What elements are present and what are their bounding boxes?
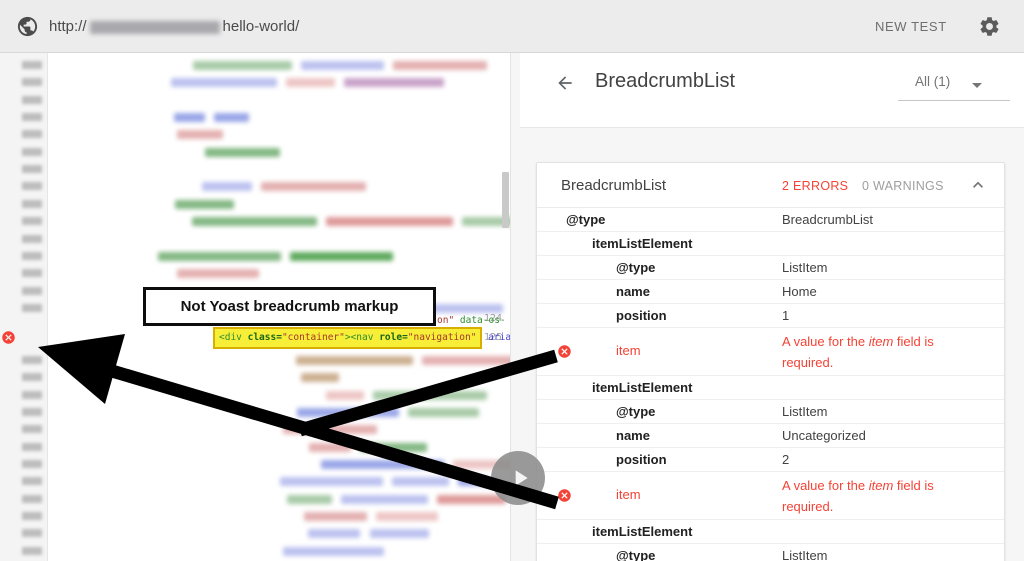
card-title: BreadcrumbList	[561, 177, 666, 194]
property-key: itemListElement	[592, 380, 692, 395]
code-line-125-overflow: aria-labe	[488, 332, 511, 343]
globe-icon	[16, 15, 39, 38]
results-panel: BreadcrumbList All (1) BreadcrumbList 2 …	[511, 53, 1024, 561]
filter-selected-value: All (1)	[915, 74, 950, 89]
property-row[interactable]: name Home	[537, 280, 1004, 304]
property-key: item	[616, 487, 641, 502]
property-value: ListItem	[782, 404, 828, 419]
property-row[interactable]: name Uncategorized	[537, 424, 1004, 448]
property-key: item	[616, 343, 641, 358]
property-key: @type	[616, 548, 655, 561]
tested-url: http://hello-world/	[49, 0, 299, 53]
error-message: A value for the item field is required.	[782, 331, 972, 373]
results-header: BreadcrumbList All (1)	[520, 53, 1024, 128]
top-bar: http://hello-world/ NEW TEST	[0, 0, 1024, 53]
code-scrollbar-thumb[interactable]	[502, 172, 509, 228]
property-row[interactable]: itemListElement	[537, 376, 1004, 400]
property-key: name	[616, 428, 650, 443]
property-row[interactable]: @type BreadcrumbList	[537, 208, 1004, 232]
property-value: 1	[782, 308, 789, 323]
errors-count-badge: 2 ERRORS	[782, 179, 848, 193]
chevron-up-icon[interactable]	[968, 175, 988, 195]
play-button[interactable]	[491, 451, 545, 505]
code-line-125: <div class="container"><nav role="naviga…	[213, 327, 511, 349]
highlighted-markup: <div class="container"><nav role="naviga…	[213, 327, 482, 349]
property-row[interactable]: @type ListItem	[537, 400, 1004, 424]
settings-gear-icon[interactable]	[978, 15, 1001, 38]
warnings-count-badge: 0 WARNINGS	[862, 179, 944, 193]
property-value: ListItem	[782, 260, 828, 275]
error-icon	[557, 344, 572, 359]
card-header[interactable]: BreadcrumbList 2 ERRORS 0 WARNINGS	[537, 163, 1004, 208]
property-row[interactable]: @type ListItem	[537, 544, 1004, 561]
property-value: BreadcrumbList	[782, 212, 873, 227]
line-error-icon	[1, 330, 16, 345]
results-filter-dropdown[interactable]: All (1)	[898, 67, 1010, 101]
error-icon	[557, 488, 572, 503]
redacted-url-segment	[90, 21, 220, 34]
property-row[interactable]: position 2	[537, 448, 1004, 472]
property-value: 2	[782, 452, 789, 467]
breadcrumblist-card: BreadcrumbList 2 ERRORS 0 WARNINGS @type…	[536, 162, 1005, 561]
property-value: Home	[782, 284, 817, 299]
property-table: @type BreadcrumbList itemListElement @type L…	[537, 208, 1004, 561]
property-row-error[interactable]: item A value for the item field is requir…	[537, 328, 1004, 376]
property-row[interactable]: @type ListItem	[537, 256, 1004, 280]
property-key: @type	[616, 404, 655, 419]
dropdown-caret-icon	[972, 83, 982, 88]
property-value: ListItem	[782, 548, 828, 561]
property-key: itemListElement	[592, 236, 692, 251]
property-row[interactable]: itemListElement	[537, 520, 1004, 544]
source-code-panel: 124 125 on" data-os- Not Yoast breadcrum…	[0, 53, 511, 561]
property-row-error[interactable]: item A value for the item field is requir…	[537, 472, 1004, 520]
annotation-callout: Not Yoast breadcrumb markup	[143, 287, 436, 326]
code-line-124-fragment: on" data-os-	[437, 313, 506, 328]
new-test-button[interactable]: NEW TEST	[875, 0, 947, 53]
property-key: name	[616, 284, 650, 299]
property-value: Uncategorized	[782, 428, 866, 443]
property-key: itemListElement	[592, 524, 692, 539]
property-row[interactable]: itemListElement	[537, 232, 1004, 256]
property-row[interactable]: position 1	[537, 304, 1004, 328]
error-message: A value for the item field is required.	[782, 475, 972, 517]
property-key: @type	[566, 212, 605, 227]
property-key: position	[616, 308, 667, 323]
back-arrow-icon[interactable]	[555, 73, 575, 93]
results-title: BreadcrumbList	[595, 70, 735, 93]
property-key: @type	[616, 260, 655, 275]
property-key: position	[616, 452, 667, 467]
play-icon	[507, 465, 533, 491]
